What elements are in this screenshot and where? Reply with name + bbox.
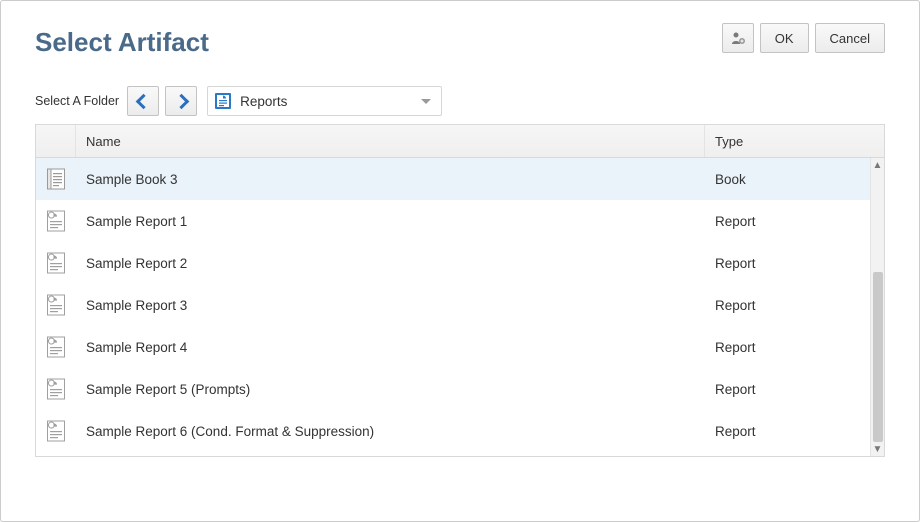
report-icon (36, 378, 76, 400)
scroll-up-button[interactable]: ▲ (871, 158, 884, 172)
vertical-scrollbar[interactable]: ▲ ▼ (870, 158, 884, 456)
artifact-grid: Name Type Sample Book 3BookSample Report… (35, 124, 885, 457)
report-icon (36, 420, 76, 442)
row-name: Sample Report 1 (76, 214, 705, 229)
user-assign-icon (730, 30, 746, 46)
row-type: Report (705, 382, 870, 397)
report-folder-icon (214, 92, 232, 110)
row-name: Sample Book 3 (76, 172, 705, 187)
column-name-label: Name (86, 134, 121, 149)
row-type: Report (705, 340, 870, 355)
caret-down-icon (421, 99, 431, 104)
column-type-label: Type (715, 134, 743, 149)
table-row[interactable]: Sample Report 7 (Zoom and Drill)Report (36, 452, 870, 456)
table-row[interactable]: Sample Report 2Report (36, 242, 870, 284)
row-type: Report (705, 214, 870, 229)
table-row[interactable]: Sample Report 4Report (36, 326, 870, 368)
grid-body: Sample Book 3BookSample Report 1ReportSa… (36, 158, 884, 456)
cancel-button[interactable]: Cancel (815, 23, 885, 53)
dialog-title: Select Artifact (35, 27, 209, 58)
ok-button[interactable]: OK (760, 23, 809, 53)
row-type: Report (705, 424, 870, 439)
header-buttons: OK Cancel (722, 23, 885, 53)
row-type: Book (705, 172, 870, 187)
chevron-right-icon (173, 93, 189, 109)
report-icon (36, 294, 76, 316)
user-assign-button[interactable] (722, 23, 754, 53)
column-name[interactable]: Name (76, 125, 705, 157)
select-artifact-dialog: Select Artifact OK Cancel Select A Folde… (0, 0, 920, 522)
book-icon (36, 168, 76, 190)
chevron-left-icon (135, 93, 151, 109)
scroll-down-button[interactable]: ▼ (871, 442, 884, 456)
table-row[interactable]: Sample Report 3Report (36, 284, 870, 326)
folder-dropdown-label: Reports (240, 94, 421, 109)
row-name: Sample Report 2 (76, 256, 705, 271)
report-icon (36, 252, 76, 274)
table-row[interactable]: Sample Report 1Report (36, 200, 870, 242)
row-name: Sample Report 3 (76, 298, 705, 313)
row-name: Sample Report 6 (Cond. Format & Suppress… (76, 424, 705, 439)
column-icon (36, 125, 76, 157)
table-row[interactable]: Sample Report 5 (Prompts)Report (36, 368, 870, 410)
table-row[interactable]: Sample Report 6 (Cond. Format & Suppress… (36, 410, 870, 452)
folder-dropdown[interactable]: Reports (207, 86, 442, 116)
grid-header: Name Type (36, 125, 884, 158)
folder-label: Select A Folder (35, 94, 119, 108)
table-row[interactable]: Sample Book 3Book (36, 158, 870, 200)
folder-toolbar: Select A Folder Reports (35, 86, 885, 116)
row-type: Report (705, 298, 870, 313)
report-icon (36, 210, 76, 232)
nav-back-button[interactable] (127, 86, 159, 116)
report-icon (36, 336, 76, 358)
nav-forward-button[interactable] (165, 86, 197, 116)
scroll-thumb[interactable] (873, 272, 883, 442)
grid-rows: Sample Book 3BookSample Report 1ReportSa… (36, 158, 870, 456)
row-type: Report (705, 256, 870, 271)
row-name: Sample Report 4 (76, 340, 705, 355)
column-type[interactable]: Type (705, 125, 870, 157)
dialog-header: Select Artifact OK Cancel (35, 23, 885, 58)
row-name: Sample Report 5 (Prompts) (76, 382, 705, 397)
